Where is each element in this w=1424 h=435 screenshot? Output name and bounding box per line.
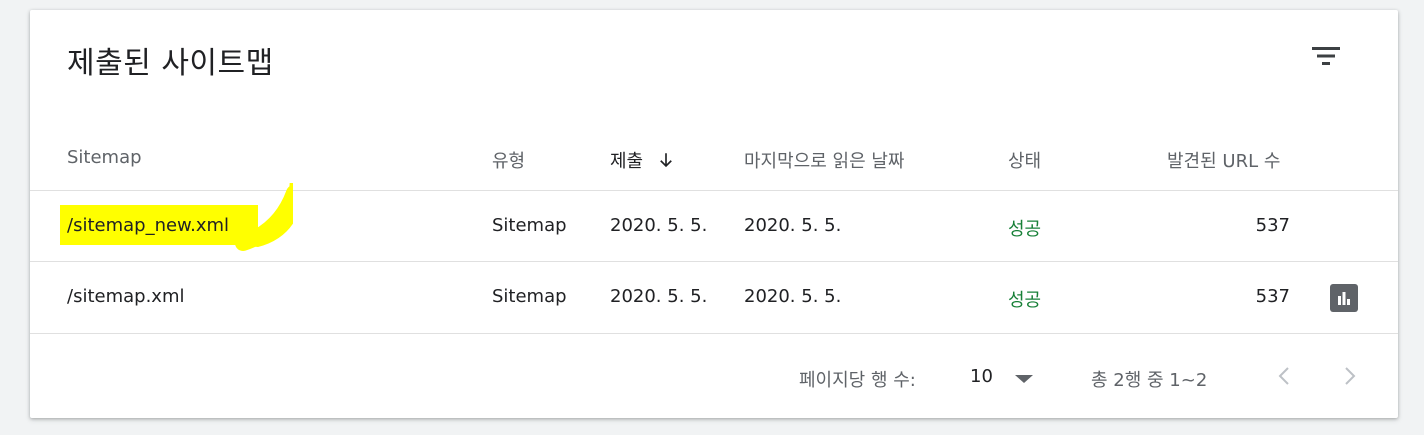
bar-chart-icon [1338, 292, 1350, 305]
cell-discovered-urls: 537 [1255, 286, 1290, 307]
cell-type: Sitemap [492, 286, 567, 307]
column-header-discovered-urls[interactable]: 발견된 URL 수 [1167, 147, 1280, 173]
status-badge: 성공 [1008, 219, 1042, 240]
cell-type: Sitemap [492, 215, 567, 236]
table-row[interactable]: /sitemap.xml Sitemap 2020. 5. 5. 2020. 5… [30, 262, 1398, 333]
cell-submitted: 2020. 5. 5. [610, 286, 708, 307]
column-header-sitemap[interactable]: Sitemap [67, 147, 142, 168]
chevron-left-icon [1278, 367, 1289, 385]
column-header-submitted[interactable]: 제출 [610, 147, 675, 173]
rows-per-page-label: 페이지당 행 수: [799, 370, 916, 391]
chevron-right-icon [1345, 367, 1356, 385]
cell-submitted: 2020. 5. 5. [610, 215, 708, 236]
dropdown-arrow-icon [1015, 375, 1033, 383]
open-report-button[interactable] [1330, 284, 1358, 312]
column-header-last-read[interactable]: 마지막으로 읽은 날짜 [744, 147, 904, 173]
next-page-button[interactable] [1334, 360, 1366, 392]
filter-button[interactable] [1308, 38, 1344, 74]
footer-divider [30, 333, 1398, 334]
cell-last-read: 2020. 5. 5. [744, 286, 842, 307]
rows-per-page-select[interactable]: 10 [970, 360, 1050, 394]
column-header-status[interactable]: 상태 [1008, 147, 1041, 173]
column-header-type[interactable]: 유형 [492, 147, 525, 173]
pagination-range: 총 2행 중 1~2 [1091, 370, 1208, 391]
arrow-downward-icon [660, 153, 672, 168]
sitemaps-card: 제출된 사이트맵 Sitemap 유형 제출 마지막으로 읽은 날짜 상태 발견… [30, 10, 1398, 418]
table-row[interactable]: /sitemap_new.xml Sitemap 2020. 5. 5. 202… [30, 183, 1398, 262]
filter-list-icon [1312, 47, 1340, 65]
previous-page-button[interactable] [1268, 360, 1300, 392]
cell-last-read: 2020. 5. 5. [744, 215, 842, 236]
column-header-submitted-label: 제출 [610, 151, 644, 172]
status-badge: 성공 [1008, 290, 1042, 311]
card-title: 제출된 사이트맵 [67, 46, 274, 81]
cell-discovered-urls: 537 [1255, 215, 1290, 236]
rows-per-page-value: 10 [970, 366, 993, 387]
sitemap-link[interactable]: /sitemap_new.xml [67, 215, 229, 236]
sitemap-link[interactable]: /sitemap.xml [67, 286, 184, 307]
